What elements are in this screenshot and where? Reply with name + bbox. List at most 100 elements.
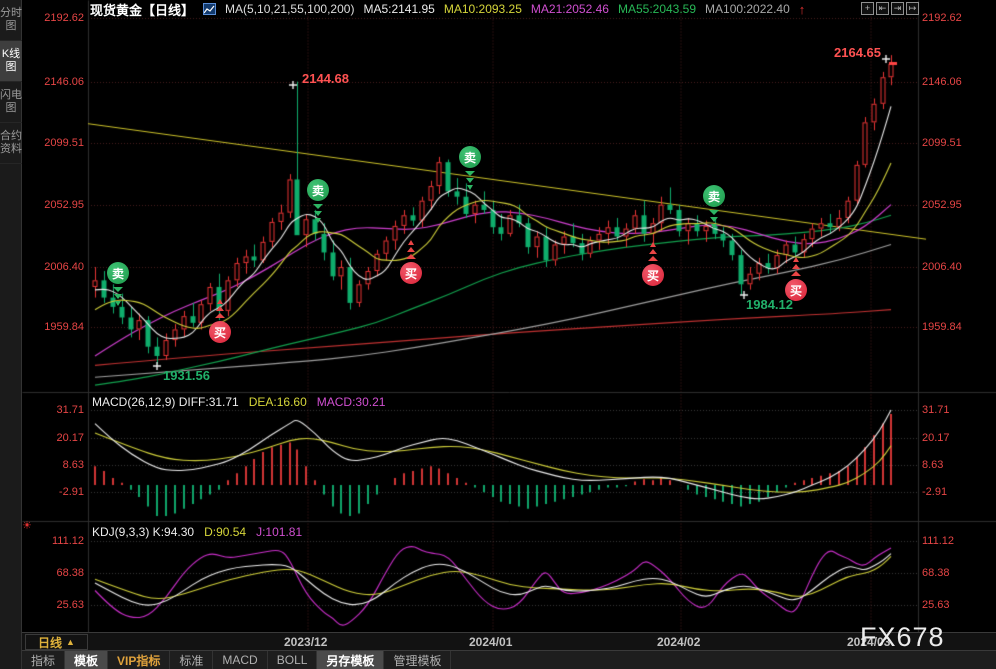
macd-axis-label: 8.63 [62, 459, 84, 471]
sell-signal-badge[interactable]: 卖 [107, 262, 129, 284]
symbol-title: 现货黄金【日线】 [90, 2, 195, 18]
chart-toolbar: + ⇤ ⇥ ↦ [861, 2, 919, 15]
buy-signal-badge[interactable]: 买 [642, 264, 664, 286]
kdj-d-value: D:90.54 [204, 525, 247, 539]
up-arrow-icon [217, 299, 223, 304]
kdj-header: KDJ(9,3,3) K:94.30 D:90.54 J:101.81 [92, 525, 302, 539]
macd-axis-label: 20.17 [922, 432, 950, 444]
ma5-value: MA5:2141.95 [363, 2, 435, 16]
bottom-tab-BOLL[interactable]: BOLL [268, 651, 318, 669]
kdj-params-label: KDJ(9,3,3) K:94.30 [92, 525, 195, 539]
bottom-tab-标准[interactable]: 标准 [170, 651, 214, 669]
chart-type-icon[interactable] [203, 3, 217, 15]
ma21-value: MA21:2052.46 [530, 2, 609, 16]
macd-axis-label: 20.17 [56, 432, 84, 444]
kdj-j-value: J:101.81 [256, 525, 303, 539]
buy-signal-badge[interactable]: 买 [209, 321, 231, 343]
price-axis-label: 2006.40 [922, 261, 962, 273]
kdj-axis-label: 68.38 [56, 567, 84, 579]
up-arrow-icon [406, 254, 416, 259]
dea-value: DEA:16.60 [248, 395, 307, 409]
macd-header: MACD(26,12,9) DIFF:31.71 DEA:16.60 MACD:… [92, 395, 385, 409]
legend-expand-arrow-icon[interactable]: ↑ [799, 2, 806, 17]
bottom-tab-另存模板[interactable]: 另存模板 [317, 651, 385, 669]
up-arrow-icon [215, 313, 225, 318]
ma55-value: MA55:2043.59 [617, 2, 697, 16]
watermark-logo: FX678 [860, 622, 945, 652]
x-axis-label: 2023/12 [284, 635, 328, 649]
price-chart-canvas[interactable] [0, 0, 996, 669]
up-arrow-icon [649, 249, 657, 254]
kdj-axis-label: 25.63 [922, 599, 950, 611]
up-arrow-icon [791, 271, 801, 276]
price-axis-label: 2192.62 [922, 12, 962, 24]
kdj-axis-label: 111.12 [922, 535, 955, 547]
up-arrow-icon [650, 242, 656, 247]
sidebar-tab-lightning-chart[interactable]: 闪电图 [0, 82, 22, 123]
down-arrow-icon [114, 294, 122, 299]
legend-bar: 现货黄金【日线】 MA(5,10,21,55,100,200) MA5:2141… [90, 0, 805, 18]
shift-right-icon[interactable]: ⇥ [891, 2, 904, 15]
down-arrow-icon [313, 204, 323, 209]
sidebar-tab-kline-chart[interactable]: K线图 [0, 41, 22, 82]
bottom-tab-指标[interactable]: 指标 [22, 651, 66, 669]
price-axis-label: 2192.62 [44, 12, 84, 24]
shift-left-icon[interactable]: ⇤ [876, 2, 889, 15]
down-arrow-icon [314, 211, 322, 216]
down-arrow-icon [315, 218, 321, 223]
up-arrow-icon [793, 257, 799, 262]
price-axis-label: 2099.51 [922, 137, 962, 149]
buy-signal-badge[interactable]: 买 [785, 279, 807, 301]
up-triangle-icon: ▲ [66, 637, 75, 647]
up-arrow-icon [792, 264, 800, 269]
price-axis-label: 2052.95 [44, 199, 84, 211]
up-arrow-icon [407, 247, 415, 252]
kdj-axis-label: 111.12 [51, 535, 84, 547]
down-arrow-icon [466, 178, 474, 183]
price-annotation: 1931.56 [163, 368, 210, 383]
price-annotation: 2164.65 [834, 45, 881, 60]
sidebar-tab-contract-info[interactable]: 合约资料 [0, 123, 22, 164]
period-selector[interactable]: 日线 ▲ [25, 634, 88, 650]
macd-axis-label: -2.91 [922, 486, 948, 498]
down-arrow-icon [465, 171, 475, 176]
x-axis-label: 2024/01 [469, 635, 513, 649]
sell-signal-badge[interactable]: 卖 [307, 179, 329, 201]
down-arrow-icon [113, 287, 123, 292]
indicator-tab-bar: 指标 模板 VIP指标 标准 MACD BOLL 另存模板 管理模板 [22, 651, 996, 669]
ma10-value: MA10:2093.25 [443, 2, 522, 16]
up-arrow-icon [408, 240, 414, 245]
bottom-tab-管理模板[interactable]: 管理模板 [384, 651, 452, 669]
macd-axis-label: -2.91 [58, 486, 84, 498]
macd-axis-label: 31.71 [56, 404, 84, 416]
price-axis-label: 2099.51 [44, 137, 84, 149]
price-axis-label: 2146.06 [922, 76, 962, 88]
kdj-panel-marker-icon[interactable]: ☀ [22, 519, 32, 532]
up-arrow-icon [216, 306, 224, 311]
kdj-axis-label: 25.63 [56, 599, 84, 611]
bottom-tab-VIP指标[interactable]: VIP指标 [108, 651, 171, 669]
x-axis-bar: 日线 ▲ 2023/12 2024/01 2024/02 2024/03 [22, 632, 996, 651]
sidebar-tab-time-chart[interactable]: 分时图 [0, 0, 22, 41]
kdj-axis-label: 68.38 [922, 567, 950, 579]
macd-value: MACD:30.21 [316, 395, 386, 409]
price-annotation: 1984.12 [746, 297, 793, 312]
ma100-value: MA100:2022.40 [705, 2, 790, 16]
sell-signal-badge[interactable]: 卖 [459, 146, 481, 168]
ma-group-label: MA(5,10,21,55,100,200) [225, 2, 355, 16]
price-axis-label: 1959.84 [922, 321, 962, 333]
crosshair-pan-icon[interactable]: + [861, 2, 874, 15]
sell-signal-badge[interactable]: 卖 [703, 185, 725, 207]
macd-axis-label: 8.63 [922, 459, 944, 471]
macd-axis-label: 31.71 [922, 404, 950, 416]
price-axis-label: 2146.06 [44, 76, 84, 88]
chart-mode-sidebar: 分时图 K线图 闪电图 合约资料 [0, 0, 22, 669]
price-axis-label: 1959.84 [44, 321, 84, 333]
buy-signal-badge[interactable]: 买 [400, 262, 422, 284]
bottom-tab-模板[interactable]: 模板 [65, 651, 109, 669]
down-arrow-icon [115, 301, 121, 306]
bottom-tab-MACD[interactable]: MACD [213, 651, 268, 669]
jump-latest-icon[interactable]: ↦ [906, 2, 919, 15]
down-arrow-icon [709, 210, 719, 215]
macd-params-label: MACD(26,12,9) DIFF:31.71 [92, 395, 239, 409]
